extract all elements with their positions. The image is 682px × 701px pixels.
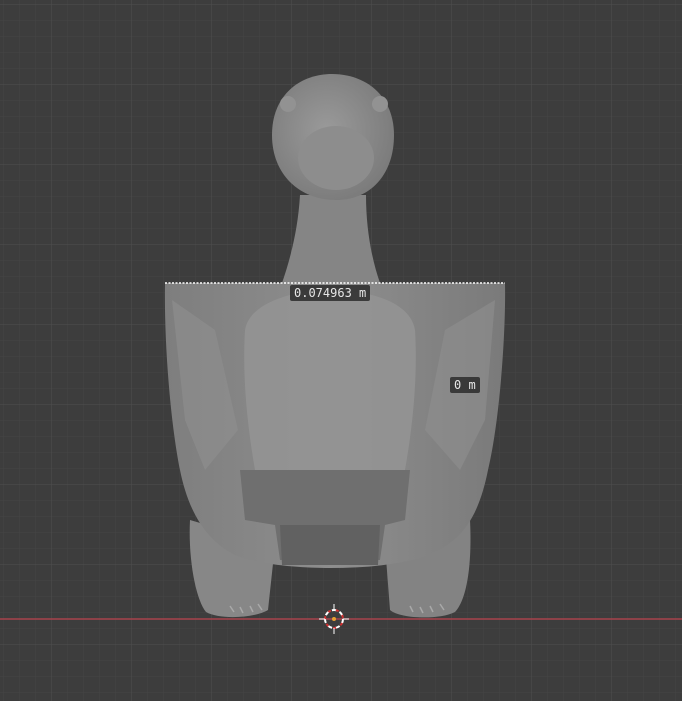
- 3d-viewport[interactable]: 0.074963 m 0 m: [0, 0, 682, 701]
- measure-length-label: 0.074963 m: [290, 285, 371, 301]
- belly: [244, 290, 416, 470]
- belly-shadow: [280, 525, 380, 565]
- snout: [298, 126, 374, 190]
- measure-height-label: 0 m: [450, 377, 480, 393]
- right-eye: [372, 96, 388, 112]
- viewport-canvas[interactable]: [0, 0, 682, 701]
- left-eye: [280, 96, 296, 112]
